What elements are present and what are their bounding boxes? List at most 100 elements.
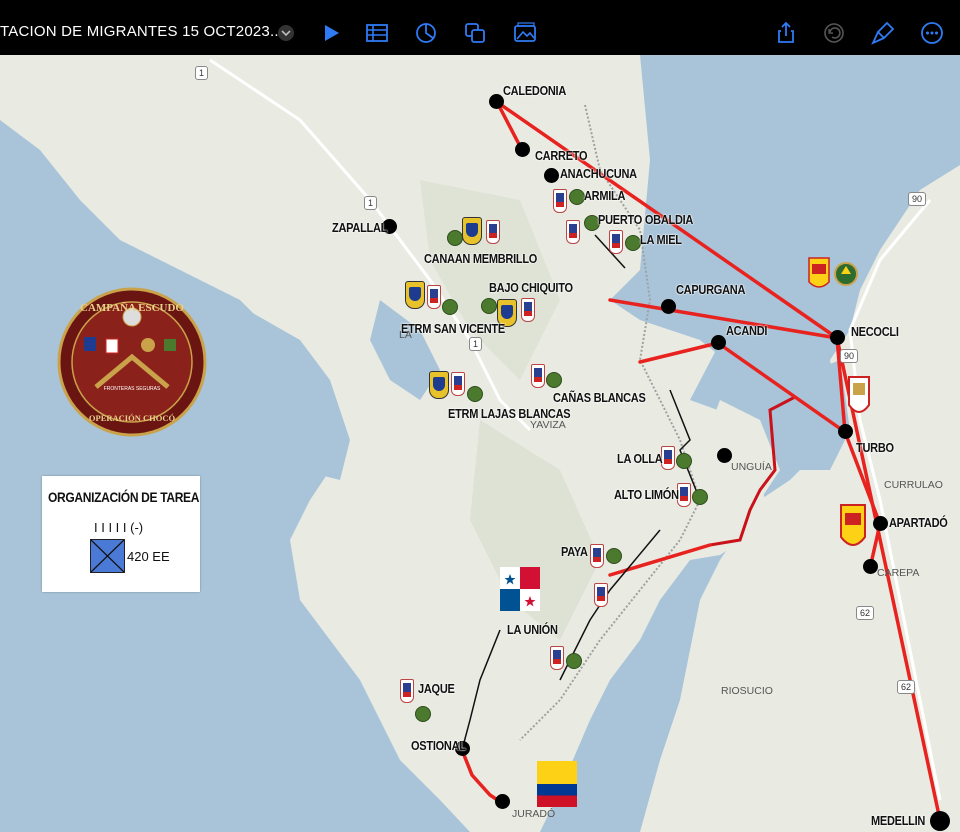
unit-shield-icon[interactable] — [486, 220, 500, 244]
location-dot[interactable] — [711, 335, 726, 350]
label-la-miel: LA MIEL — [640, 233, 682, 247]
location-dot[interactable] — [930, 811, 950, 831]
label-anachucuna: ANACHUCUNA — [560, 167, 637, 181]
more-icon[interactable] — [919, 20, 945, 46]
location-dot[interactable] — [838, 424, 853, 439]
road-shield-62: 62 — [897, 680, 916, 694]
police-shield-icon[interactable] — [429, 371, 449, 399]
format-brush-icon[interactable] — [870, 20, 896, 46]
unit-marker-icon[interactable] — [606, 548, 622, 564]
label-necocli: NECOCLI — [851, 325, 899, 339]
label-alto-limon: ALTO LIMÓN — [614, 488, 679, 502]
location-dot[interactable] — [830, 330, 845, 345]
unit-shield-icon[interactable] — [590, 544, 604, 568]
location-dot[interactable] — [873, 516, 888, 531]
label-apartado: APARTADÓ — [889, 516, 948, 530]
label-medellin: MEDELLIN — [871, 814, 926, 828]
label-jaque: JAQUE — [418, 682, 455, 696]
place-yaviza: YAVIZA — [530, 419, 566, 431]
play-icon[interactable] — [318, 20, 344, 46]
label-carreto: CARRETO — [535, 149, 588, 163]
unit-shield-icon[interactable] — [566, 220, 580, 244]
location-dot[interactable] — [661, 299, 676, 314]
unit-shield-icon[interactable] — [609, 230, 623, 254]
place-carepa: CAREPA — [877, 567, 920, 579]
police-shield-icon[interactable] — [462, 217, 482, 245]
road-shield-1: 1 — [469, 337, 483, 351]
label-ostional: OSTIONAL — [411, 739, 466, 753]
unit-marker-icon[interactable] — [442, 299, 458, 315]
chart-icon[interactable] — [413, 20, 439, 46]
label-paya: PAYA — [561, 545, 588, 559]
toolbar: TACION DE MIGRANTES 15 OCT2023... — [0, 0, 960, 55]
road-shield-90: 90 — [840, 349, 859, 363]
road-shield-1: 1 — [195, 66, 209, 80]
label-capurgana: CAPURGANA — [676, 283, 746, 297]
document-title[interactable]: TACION DE MIGRANTES 15 OCT2023... — [0, 23, 283, 40]
undo-icon[interactable] — [821, 20, 847, 46]
task-organization-legend: ORGANIZACIÓN DE TAREA I I I I I (-) 420 … — [42, 476, 200, 592]
colombia-flag-icon — [537, 761, 577, 807]
place-currulao: CURRULAO — [884, 479, 943, 491]
location-dot[interactable] — [515, 142, 530, 157]
place-la-palma: LA — [399, 329, 412, 341]
label-bajo-chiquito: BAJO CHIQUITO — [489, 281, 573, 295]
infantry-unit-symbol — [90, 539, 125, 573]
label-caledonia: CALEDONIA — [503, 84, 567, 98]
label-canaan-membrillo: CANAAN MEMBRILLO — [424, 252, 538, 266]
unit-shield-icon[interactable] — [550, 646, 564, 670]
unit-marker-icon[interactable] — [625, 235, 641, 251]
media-icon[interactable] — [512, 20, 538, 46]
unit-marker-icon[interactable] — [569, 189, 585, 205]
share-icon[interactable] — [773, 20, 799, 46]
place-jurado: JURADÓ — [512, 808, 556, 820]
road-shield-90: 90 — [908, 192, 927, 206]
campaign-bottom-text: OPERACIÓN CHOCÓ — [89, 413, 176, 423]
location-dot[interactable] — [544, 168, 559, 183]
table-icon[interactable] — [364, 20, 390, 46]
location-dot[interactable] — [717, 448, 732, 463]
road-shield-62: 62 — [856, 606, 875, 620]
unit-shield-icon[interactable] — [427, 285, 441, 309]
label-acandi: ACANDI — [726, 324, 768, 338]
base-map — [0, 55, 960, 832]
unit-shield-icon[interactable] — [451, 372, 465, 396]
unit-marker-icon[interactable] — [546, 372, 562, 388]
map-canvas[interactable]: 1 1 1 90 90 62 62 CAMPAÑA ESCUDO FRONTER… — [0, 55, 960, 832]
coat-of-arms-icon — [848, 376, 870, 413]
coat-of-arms-icon — [840, 504, 866, 546]
unit-marker-icon[interactable] — [676, 453, 692, 469]
unit-marker-icon[interactable] — [481, 298, 497, 314]
road-shield-1: 1 — [364, 196, 378, 210]
unit-marker-icon[interactable] — [692, 489, 708, 505]
campaign-top-text: CAMPAÑA ESCUDO — [80, 302, 184, 314]
unit-shield-icon[interactable] — [661, 446, 675, 470]
unit-shield-icon[interactable] — [531, 364, 545, 388]
label-etrm-san-vicente: ETRM SAN VICENTE — [401, 322, 505, 336]
coat-of-arms-icon — [808, 257, 858, 288]
unit-marker-icon[interactable] — [415, 706, 431, 722]
legend-unit-echelon: I I I I I (-) — [94, 520, 144, 535]
unit-marker-icon[interactable] — [566, 653, 582, 669]
unit-shield-icon[interactable] — [553, 189, 567, 213]
police-shield-icon[interactable] — [405, 281, 425, 309]
label-puerto-obaldia: PUERTO OBALDIA — [598, 213, 694, 227]
panama-flag-icon — [500, 567, 540, 611]
label-zapallal: ZAPALLAL — [332, 221, 388, 235]
location-dot[interactable] — [489, 94, 504, 109]
place-riosucio: RIOSUCIO — [721, 685, 773, 697]
unit-marker-icon[interactable] — [467, 386, 483, 402]
label-turbo: TURBO — [856, 441, 894, 455]
unit-shield-icon[interactable] — [521, 298, 535, 322]
unit-shield-icon[interactable] — [594, 583, 608, 607]
unit-shield-icon[interactable] — [400, 679, 414, 703]
campaign-ribbon-text: FRONTERAS SEGURAS — [104, 386, 161, 392]
location-dot[interactable] — [863, 559, 878, 574]
shapes-icon[interactable] — [462, 20, 488, 46]
location-dot[interactable] — [495, 794, 510, 809]
legend-strength: 420 EE — [127, 549, 170, 564]
chevron-down-icon[interactable] — [273, 20, 299, 46]
place-unguia: UNGUÍA — [731, 461, 772, 473]
label-canas-blancas: CAÑAS BLANCAS — [553, 391, 646, 405]
unit-marker-icon[interactable] — [447, 230, 463, 246]
